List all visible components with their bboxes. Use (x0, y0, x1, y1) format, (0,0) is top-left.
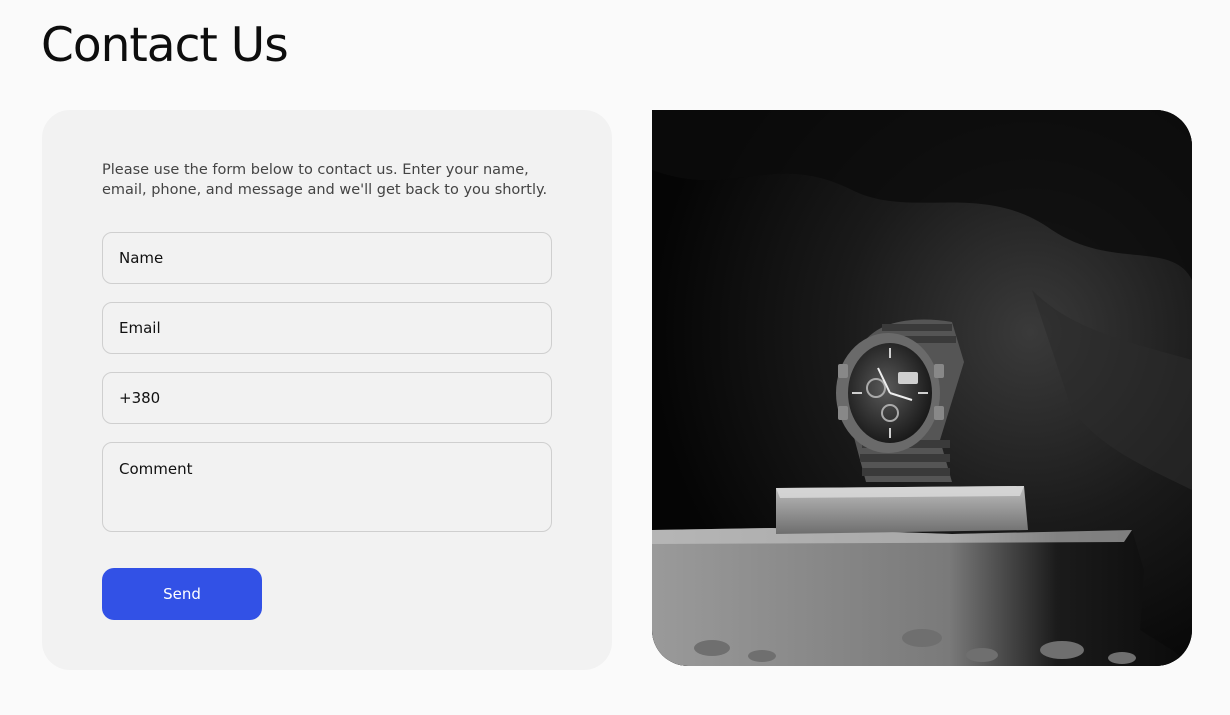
email-input[interactable] (102, 302, 552, 354)
send-button[interactable]: Send (102, 568, 262, 620)
contact-page: Contact Us Please use the form below to … (0, 0, 1230, 715)
page-title: Contact Us (41, 18, 289, 73)
watch-photo (652, 110, 1192, 666)
phone-input[interactable] (102, 372, 552, 424)
contact-form-card: Please use the form below to contact us.… (42, 110, 612, 670)
form-intro-text: Please use the form below to contact us.… (102, 162, 548, 198)
comment-textarea[interactable] (102, 442, 552, 532)
name-input[interactable] (102, 232, 552, 284)
